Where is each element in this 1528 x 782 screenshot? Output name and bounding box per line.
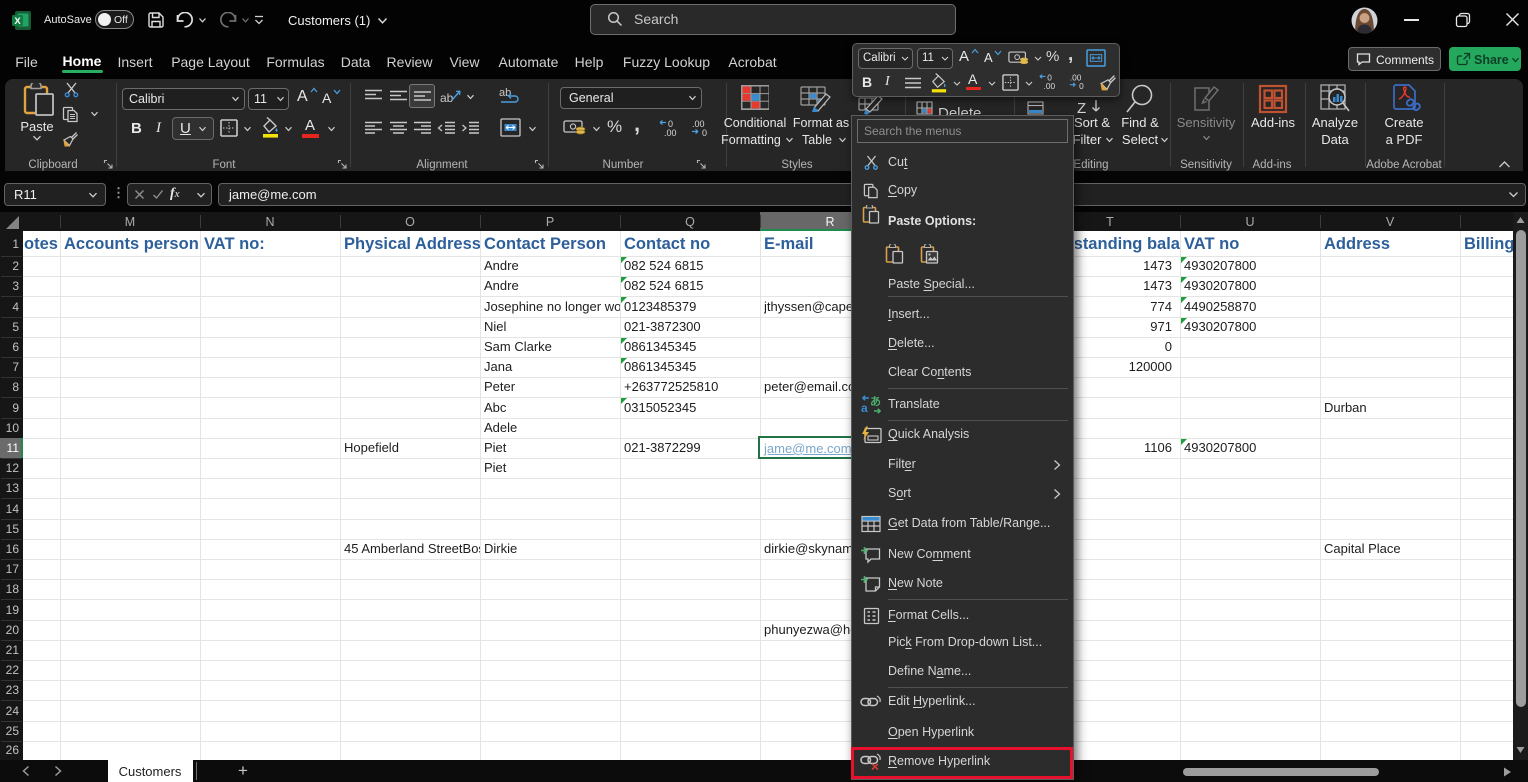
svg-text:0: 0 bbox=[702, 128, 707, 138]
svg-text:a: a bbox=[861, 401, 868, 414]
svg-text:X: X bbox=[14, 16, 21, 27]
svg-text:0: 0 bbox=[1079, 81, 1084, 91]
svg-text:.00: .00 bbox=[1044, 81, 1056, 91]
svg-text:ab: ab bbox=[440, 91, 454, 105]
svg-text:.00: .00 bbox=[664, 128, 677, 138]
svg-text:Z: Z bbox=[1077, 100, 1086, 115]
svg-text:あ: あ bbox=[870, 395, 881, 408]
